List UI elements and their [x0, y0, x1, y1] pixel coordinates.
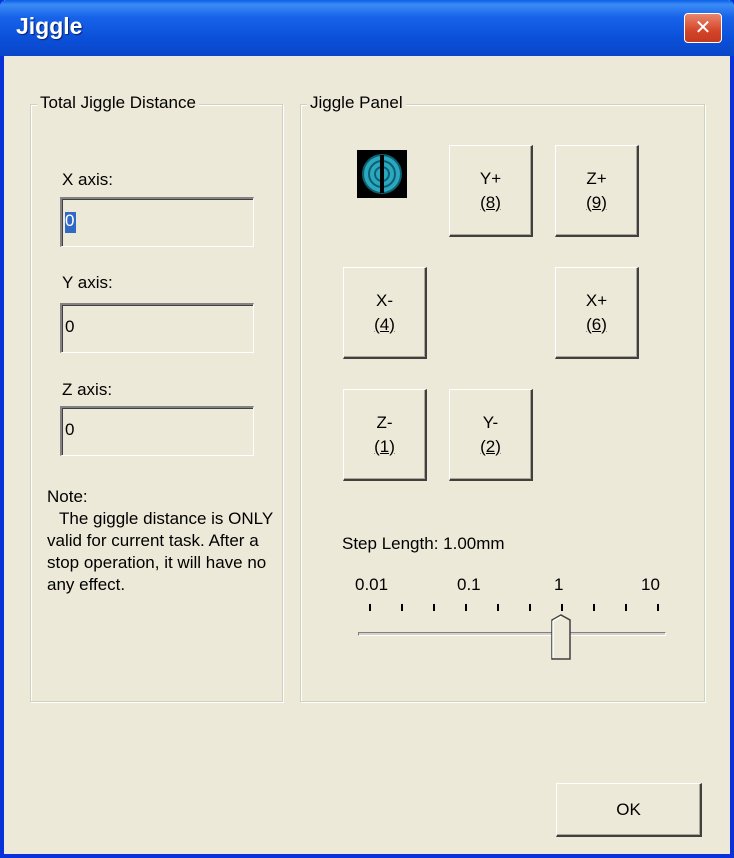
y-plus-key: (8) — [480, 192, 501, 212]
z-axis-input[interactable] — [65, 420, 215, 440]
z-plus-key: (9) — [586, 192, 607, 212]
app-logo-icon — [357, 150, 407, 198]
z-minus-key: (1) — [374, 436, 395, 456]
slider-tick — [561, 604, 563, 611]
y-plus-axis: Y+ — [479, 168, 502, 188]
slider-track[interactable] — [358, 632, 666, 636]
x-axis-field[interactable] — [60, 197, 254, 247]
slider-tick-label: 10 — [641, 575, 660, 594]
slider-tick — [657, 604, 659, 611]
ok-label: OK — [616, 799, 641, 819]
x-plus-button[interactable]: X+ (6) — [555, 267, 639, 359]
z-plus-axis: Z+ — [586, 168, 607, 188]
total-jiggle-distance-group: Total Jiggle Distance — [30, 93, 283, 702]
z-axis-field[interactable] — [60, 406, 254, 456]
x-minus-axis: X- — [376, 290, 393, 310]
z-minus-axis: Z- — [376, 412, 393, 432]
close-icon: ✕ — [694, 17, 712, 39]
total-jiggle-distance-label: Total Jiggle Distance — [37, 93, 199, 113]
title-bar[interactable]: Jiggle ✕ — [0, 0, 734, 56]
x-plus-key: (6) — [586, 314, 607, 334]
z-minus-button[interactable]: Z- (1) — [343, 389, 427, 481]
jiggle-panel-label: Jiggle Panel — [307, 93, 406, 113]
x-axis-label: X axis: — [62, 170, 114, 189]
x-axis-input[interactable] — [65, 211, 215, 231]
ok-button[interactable]: OK — [556, 783, 702, 837]
y-axis-input[interactable] — [65, 317, 215, 337]
y-axis-field[interactable] — [60, 303, 254, 353]
slider-tick — [529, 604, 531, 611]
slider-tick — [401, 604, 403, 611]
slider-tick — [369, 604, 371, 611]
x-minus-key: (4) — [374, 314, 395, 334]
note-body: The giggle distance is ONLY valid for cu… — [47, 509, 273, 594]
slider-tick-label: 0.1 — [457, 575, 481, 594]
y-minus-button[interactable]: Y- (2) — [449, 389, 533, 481]
y-minus-key: (2) — [480, 436, 501, 456]
slider-tick — [593, 604, 595, 611]
y-plus-button[interactable]: Y+ (8) — [449, 145, 533, 237]
slider-tick-label: 0.01 — [355, 575, 389, 594]
y-axis-label: Y axis: — [62, 273, 113, 292]
slider-tick — [465, 604, 467, 611]
step-length-label: Step Length: 1.00mm — [342, 534, 505, 553]
slider-tick — [433, 604, 435, 611]
y-minus-axis: Y- — [482, 412, 499, 432]
z-axis-label: Z axis: — [62, 380, 113, 399]
slider-tick — [497, 604, 499, 611]
x-plus-axis: X+ — [585, 290, 608, 310]
slider-tick — [625, 604, 627, 611]
note-title: Note: — [47, 487, 88, 506]
note-text: Note: The giggle distance is ONLY valid … — [47, 486, 287, 596]
z-plus-button[interactable]: Z+ (9) — [555, 145, 639, 237]
slider-tick-label: 1 — [554, 575, 564, 594]
window-title: Jiggle — [16, 13, 83, 39]
close-button[interactable]: ✕ — [684, 13, 722, 43]
slider-thumb[interactable] — [551, 614, 571, 665]
x-minus-button[interactable]: X- (4) — [343, 267, 427, 359]
